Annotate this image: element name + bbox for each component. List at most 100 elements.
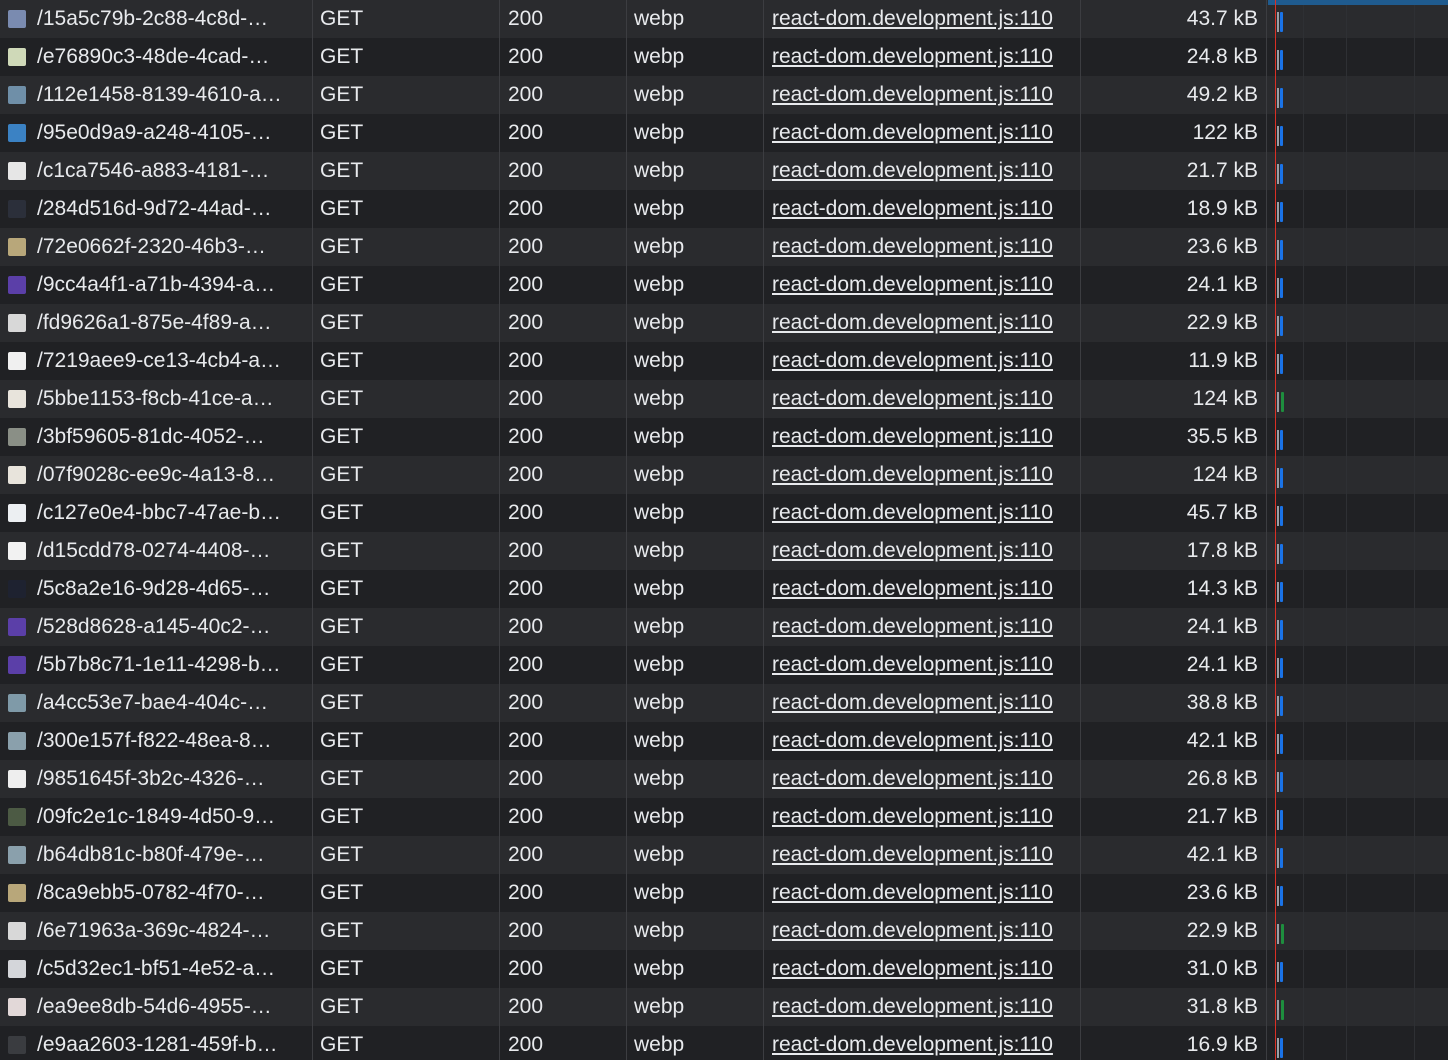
request-initiator-link[interactable]: react-dom.development.js:110 xyxy=(772,266,1078,304)
request-initiator-link[interactable]: react-dom.development.js:110 xyxy=(772,76,1078,114)
table-row[interactable]: /112e1458-8139-4610-a… GET 200 webp react-do… xyxy=(0,76,1448,114)
waterfall-timing-bar[interactable] xyxy=(1280,620,1283,640)
request-initiator-link[interactable]: react-dom.development.js:110 xyxy=(772,228,1078,266)
table-row[interactable]: /95e0d9a9-a248-4105-… GET 200 webp react-dom… xyxy=(0,114,1448,152)
waterfall-timing-bar[interactable] xyxy=(1280,126,1283,146)
waterfall-timing-bar[interactable] xyxy=(1280,886,1283,906)
waterfall-timing-bar[interactable] xyxy=(1280,810,1283,830)
request-initiator-link[interactable]: react-dom.development.js:110 xyxy=(772,760,1078,798)
image-thumbnail-icon xyxy=(8,998,26,1016)
table-row[interactable]: /300e157f-f822-48ea-8… GET 200 webp react-do… xyxy=(0,722,1448,760)
request-initiator-link[interactable]: react-dom.development.js:110 xyxy=(772,646,1078,684)
table-row[interactable]: /9cc4a4f1-a71b-4394-a… GET 200 webp react-do… xyxy=(0,266,1448,304)
request-initiator-link[interactable]: react-dom.development.js:110 xyxy=(772,38,1078,76)
waterfall-wait-bar xyxy=(1277,88,1279,108)
image-thumbnail-icon xyxy=(8,922,26,940)
column-divider[interactable] xyxy=(1266,0,1267,1060)
table-row[interactable]: /528d8628-a145-40c2-… GET 200 webp react-dom… xyxy=(0,608,1448,646)
waterfall-timing-bar[interactable] xyxy=(1280,658,1283,678)
table-row[interactable]: /09fc2e1c-1849-4d50-9… GET 200 webp react-do… xyxy=(0,798,1448,836)
table-row[interactable]: /7219aee9-ce13-4cb4-a… GET 200 webp react-do… xyxy=(0,342,1448,380)
table-row[interactable]: /ea9ee8db-54d6-4955-… GET 200 webp react-dom… xyxy=(0,988,1448,1026)
request-initiator-link[interactable]: react-dom.development.js:110 xyxy=(772,722,1078,760)
request-size: 31.8 kB xyxy=(1186,995,1258,1018)
table-row[interactable]: /07f9028c-ee9c-4a13-8… GET 200 webp react-do… xyxy=(0,456,1448,494)
request-initiator-link[interactable]: react-dom.development.js:110 xyxy=(772,798,1078,836)
waterfall-timing-bar[interactable] xyxy=(1280,430,1283,450)
waterfall-timing-bar[interactable] xyxy=(1280,12,1283,32)
table-row[interactable]: /c5d32ec1-bf51-4e52-a… GET 200 webp react-do… xyxy=(0,950,1448,988)
waterfall-timing-bar[interactable] xyxy=(1281,924,1284,944)
table-row[interactable]: /d15cdd78-0274-4408-… GET 200 webp react-dom… xyxy=(0,532,1448,570)
waterfall-timing-bar[interactable] xyxy=(1280,354,1283,374)
table-row[interactable]: /b64db81c-b80f-479e-… GET 200 webp react-dom… xyxy=(0,836,1448,874)
request-method: GET xyxy=(320,691,364,714)
waterfall-timing-bar[interactable] xyxy=(1280,848,1283,868)
waterfall-timing-bar[interactable] xyxy=(1280,506,1283,526)
table-row[interactable]: /c127e0e4-bbc7-47ae-b… GET 200 webp react-do… xyxy=(0,494,1448,532)
waterfall-timing-bar[interactable] xyxy=(1281,1000,1284,1020)
request-initiator-link[interactable]: react-dom.development.js:110 xyxy=(772,494,1078,532)
column-divider[interactable] xyxy=(1080,0,1081,1060)
waterfall-timing-bar[interactable] xyxy=(1280,278,1283,298)
request-initiator-link[interactable]: react-dom.development.js:110 xyxy=(772,874,1078,912)
waterfall-timing-bar[interactable] xyxy=(1280,240,1283,260)
request-initiator-link[interactable]: react-dom.development.js:110 xyxy=(772,836,1078,874)
table-row[interactable]: /5c8a2e16-9d28-4d65-… GET 200 webp react-dom… xyxy=(0,570,1448,608)
request-initiator-link[interactable]: react-dom.development.js:110 xyxy=(772,912,1078,950)
waterfall-timing-bar[interactable] xyxy=(1280,316,1283,336)
waterfall-timing-bar[interactable] xyxy=(1280,544,1283,564)
waterfall-timing-bar[interactable] xyxy=(1280,202,1283,222)
request-initiator-link[interactable]: react-dom.development.js:110 xyxy=(772,608,1078,646)
waterfall-timing-bar[interactable] xyxy=(1280,1038,1283,1058)
request-initiator-link[interactable]: react-dom.development.js:110 xyxy=(772,342,1078,380)
waterfall-timing-bar[interactable] xyxy=(1280,734,1283,754)
column-divider[interactable] xyxy=(763,0,764,1060)
request-initiator-link[interactable]: react-dom.development.js:110 xyxy=(772,190,1078,228)
waterfall-timing-bar[interactable] xyxy=(1280,164,1283,184)
waterfall-timing-bar[interactable] xyxy=(1280,88,1283,108)
request-initiator-link[interactable]: react-dom.development.js:110 xyxy=(772,418,1078,456)
waterfall-timing-bar[interactable] xyxy=(1280,582,1283,602)
column-divider[interactable] xyxy=(626,0,627,1060)
request-initiator-link[interactable]: react-dom.development.js:110 xyxy=(772,1026,1078,1060)
waterfall-timing-bar[interactable] xyxy=(1280,50,1283,70)
table-row[interactable]: /15a5c79b-2c88-4c8d-… GET 200 webp react-dom… xyxy=(0,0,1448,38)
table-row[interactable]: /a4cc53e7-bae4-404c-… GET 200 webp react-dom… xyxy=(0,684,1448,722)
table-row[interactable]: /9851645f-3b2c-4326-… GET 200 webp react-dom… xyxy=(0,760,1448,798)
request-initiator-link[interactable]: react-dom.development.js:110 xyxy=(772,152,1078,190)
request-type: webp xyxy=(634,349,685,372)
request-initiator-link[interactable]: react-dom.development.js:110 xyxy=(772,0,1078,38)
table-row[interactable]: /5bbe1153-f8cb-41ce-a… GET 200 webp react-do… xyxy=(0,380,1448,418)
request-type: webp xyxy=(634,273,685,296)
table-row[interactable]: /c1ca7546-a883-4181-… GET 200 webp react-dom… xyxy=(0,152,1448,190)
request-initiator-link[interactable]: react-dom.development.js:110 xyxy=(772,988,1078,1026)
table-row[interactable]: /8ca9ebb5-0782-4f70-… GET 200 webp react-dom… xyxy=(0,874,1448,912)
request-initiator-link[interactable]: react-dom.development.js:110 xyxy=(772,950,1078,988)
request-initiator-link[interactable]: react-dom.development.js:110 xyxy=(772,456,1078,494)
table-row[interactable]: /72e0662f-2320-46b3-… GET 200 webp react-dom… xyxy=(0,228,1448,266)
table-row[interactable]: /284d516d-9d72-44ad-… GET 200 webp react-dom… xyxy=(0,190,1448,228)
waterfall-timing-bar[interactable] xyxy=(1280,468,1283,488)
waterfall-timing-bar[interactable] xyxy=(1280,696,1283,716)
column-divider[interactable] xyxy=(499,0,500,1060)
request-initiator-link[interactable]: react-dom.development.js:110 xyxy=(772,532,1078,570)
image-thumbnail-icon xyxy=(8,884,26,902)
table-row[interactable]: /6e71963a-369c-4824-… GET 200 webp react-dom… xyxy=(0,912,1448,950)
table-row[interactable]: /3bf59605-81dc-4052-… GET 200 webp react-dom… xyxy=(0,418,1448,456)
request-initiator-link[interactable]: react-dom.development.js:110 xyxy=(772,114,1078,152)
waterfall-wait-bar xyxy=(1277,962,1279,982)
table-row[interactable]: /fd9626a1-875e-4f89-a… GET 200 webp react-do… xyxy=(0,304,1448,342)
table-row[interactable]: /5b7b8c71-1e11-4298-b… GET 200 webp react-do… xyxy=(0,646,1448,684)
request-initiator-link[interactable]: react-dom.development.js:110 xyxy=(772,684,1078,722)
request-status: 200 xyxy=(508,7,544,30)
table-row[interactable]: /e9aa2603-1281-459f-b… GET 200 webp react-do… xyxy=(0,1026,1448,1060)
request-initiator-link[interactable]: react-dom.development.js:110 xyxy=(772,570,1078,608)
column-divider[interactable] xyxy=(312,0,313,1060)
waterfall-timing-bar[interactable] xyxy=(1281,392,1284,412)
waterfall-timing-bar[interactable] xyxy=(1280,962,1283,982)
request-initiator-link[interactable]: react-dom.development.js:110 xyxy=(772,304,1078,342)
table-row[interactable]: /e76890c3-48de-4cad-… GET 200 webp react-dom… xyxy=(0,38,1448,76)
request-initiator-link[interactable]: react-dom.development.js:110 xyxy=(772,380,1078,418)
waterfall-timing-bar[interactable] xyxy=(1280,772,1283,792)
